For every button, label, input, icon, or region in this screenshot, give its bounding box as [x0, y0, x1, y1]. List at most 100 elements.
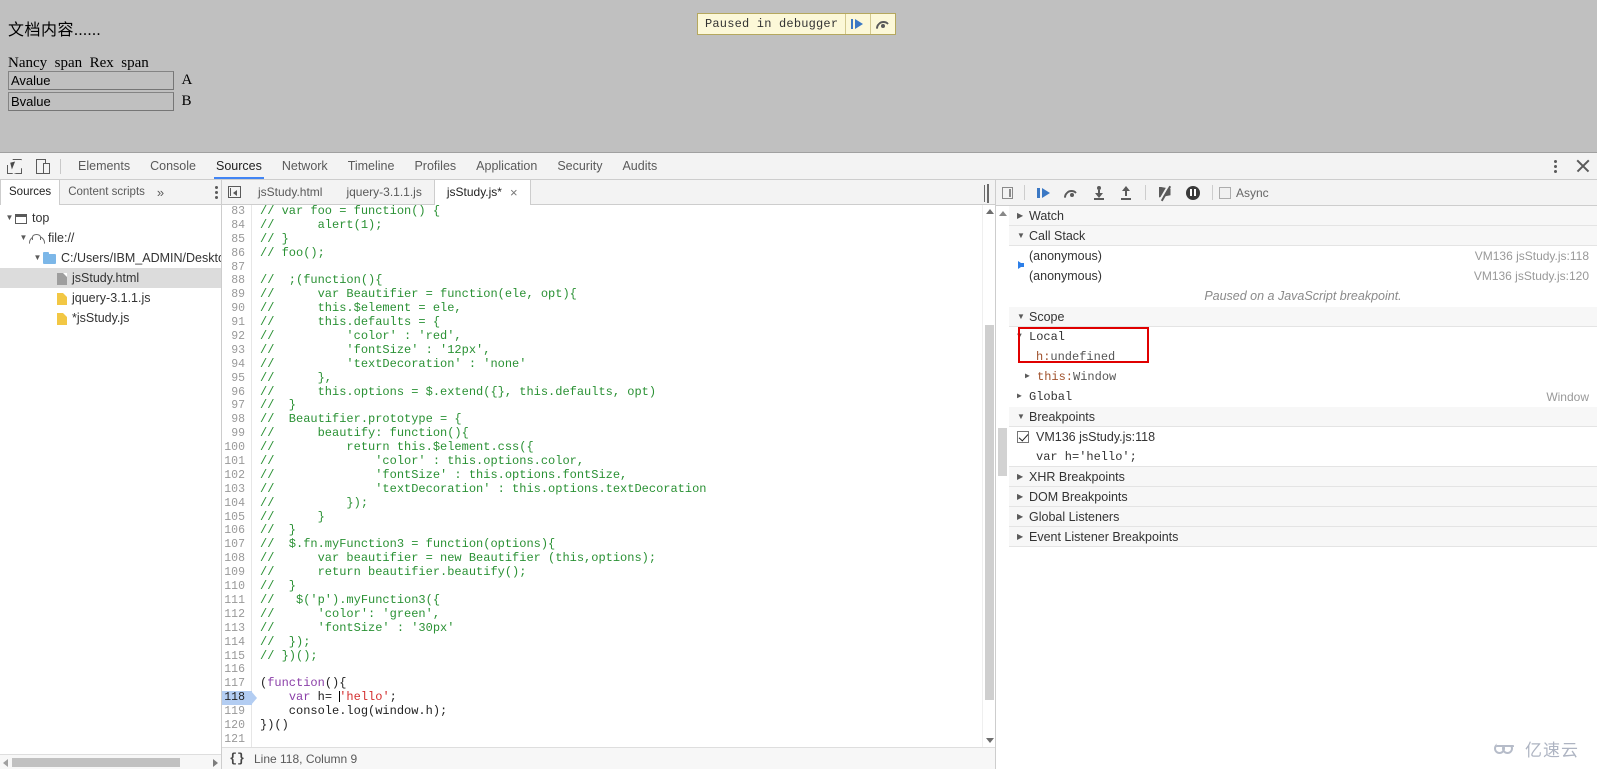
code-line[interactable]: 86 // foo();: [222, 246, 995, 261]
code-line[interactable]: 93 // 'fontSize' : '12px',: [222, 343, 995, 358]
line-number[interactable]: 96: [222, 385, 252, 400]
line-number[interactable]: 91: [222, 316, 252, 331]
input-b[interactable]: [8, 92, 174, 111]
line-number[interactable]: 99: [222, 427, 252, 442]
line-number[interactable]: 110: [222, 580, 252, 594]
line-number[interactable]: 109: [222, 566, 252, 581]
line-number[interactable]: 118: [222, 691, 257, 706]
tab-audits[interactable]: Audits: [612, 153, 667, 179]
code-line[interactable]: 121: [222, 732, 995, 747]
twisty-icon[interactable]: ▶: [1017, 527, 1029, 547]
line-number[interactable]: 107: [222, 538, 252, 553]
line-number[interactable]: 88: [222, 274, 252, 289]
twisty-icon[interactable]: ▼: [1017, 226, 1029, 246]
line-number[interactable]: 111: [222, 593, 252, 608]
code-line[interactable]: 117 (function(){: [222, 676, 995, 692]
section-watch[interactable]: ▶ Watch: [1009, 206, 1597, 226]
code-line[interactable]: 116: [222, 663, 995, 678]
code-line[interactable]: 97 // }: [222, 399, 995, 414]
step-into-button[interactable]: [1085, 181, 1112, 205]
line-number[interactable]: 87: [222, 260, 252, 275]
code-line[interactable]: 106 // }: [222, 524, 995, 539]
tree-item-desktop-folder[interactable]: ▼ C:/Users/IBM_ADMIN/Desktop/: [0, 248, 221, 268]
code-line[interactable]: 115 // })();: [222, 649, 995, 664]
scroll-up-arrow-icon[interactable]: [986, 209, 994, 214]
devtools-close-button[interactable]: [1569, 153, 1597, 179]
line-number[interactable]: 101: [222, 455, 252, 469]
scope-global[interactable]: ▶ Global Window: [1009, 387, 1597, 407]
tab-security[interactable]: Security: [547, 153, 612, 179]
step-out-button[interactable]: [1112, 181, 1139, 205]
resume-script-button[interactable]: [1031, 181, 1058, 205]
tab-console[interactable]: Console: [140, 153, 206, 179]
code-line[interactable]: 104 // });: [222, 496, 995, 511]
code-line[interactable]: 85 // }: [222, 232, 995, 247]
breakpoint-item[interactable]: VM136 jsStudy.js:118: [1009, 427, 1597, 447]
code-line[interactable]: 118 var h= 'hello';: [222, 690, 995, 706]
async-stacks-toggle[interactable]: Async: [1219, 186, 1269, 200]
code-line[interactable]: 84 // alert(1);: [222, 218, 995, 233]
deactivate-breakpoints-button[interactable]: [1152, 181, 1179, 205]
twisty-icon[interactable]: ▼: [1017, 407, 1029, 427]
code-line[interactable]: 88 // ;(function(){: [222, 274, 995, 289]
scope-local[interactable]: ▼ Local: [1009, 327, 1597, 347]
scrollbar-thumb[interactable]: [12, 758, 180, 767]
line-number[interactable]: 112: [222, 607, 252, 622]
line-number[interactable]: 97: [222, 399, 252, 414]
line-number[interactable]: 115: [222, 649, 252, 664]
code-line[interactable]: 99 // beautify: function(){: [222, 426, 995, 442]
twisty-icon[interactable]: ▶: [1017, 467, 1029, 487]
call-stack-frame-current[interactable]: (anonymous) VM136 jsStudy.js:118: [1009, 246, 1597, 269]
line-number[interactable]: 117: [222, 677, 252, 692]
async-checkbox[interactable]: [1219, 186, 1231, 199]
call-stack-frame[interactable]: (anonymous) VM136 jsStudy.js:120: [1009, 266, 1597, 286]
code-line[interactable]: 89 // var Beautifier = function(ele, opt)…: [222, 287, 995, 303]
code-line[interactable]: 94 // 'textDecoration' : 'none': [222, 357, 995, 372]
code-line[interactable]: 112 // 'color': 'green',: [222, 607, 995, 622]
section-scope[interactable]: ▼ Scope: [1009, 307, 1597, 327]
code-line[interactable]: 108 // var beautifier = new Beautifier (t…: [222, 551, 995, 567]
line-number[interactable]: 90: [222, 302, 252, 317]
code-line[interactable]: 83 // var foo = function() {: [222, 205, 995, 219]
scrollbar-thumb[interactable]: [985, 325, 994, 700]
code-line[interactable]: 87: [222, 260, 995, 275]
code-line[interactable]: 103 // 'textDecoration' : this.options.te…: [222, 482, 995, 497]
code-vertical-scrollbar[interactable]: [982, 205, 995, 747]
nav-tab-sources[interactable]: Sources: [0, 179, 61, 205]
code-line[interactable]: 102 // 'fontSize' : this.options.fontSize…: [222, 468, 995, 483]
tab-elements[interactable]: Elements: [68, 153, 140, 179]
line-number[interactable]: 108: [222, 552, 252, 567]
split-editor-button[interactable]: [987, 184, 989, 203]
inspect-element-button[interactable]: [0, 153, 28, 179]
code-line[interactable]: 101 // 'color' : this.options.color,: [222, 454, 995, 469]
scope-variable-h[interactable]: h: undefined: [1009, 347, 1597, 367]
line-number[interactable]: 113: [222, 621, 252, 636]
code-line[interactable]: 119 console.log(window.h);: [222, 704, 995, 719]
code-line[interactable]: 120})(): [222, 718, 995, 733]
twisty-icon[interactable]: ▶: [1017, 507, 1029, 527]
device-toolbar-button[interactable]: [28, 153, 56, 179]
line-number[interactable]: 120: [222, 718, 252, 733]
scroll-up-arrow-icon[interactable]: [999, 211, 1007, 216]
code-line[interactable]: 92 // 'color' : 'red',: [222, 329, 995, 344]
line-number[interactable]: 92: [222, 330, 252, 344]
line-number[interactable]: 100: [222, 441, 252, 456]
code-line[interactable]: 113 // 'fontSize' : '30px': [222, 621, 995, 636]
twisty-icon[interactable]: ▶: [1025, 367, 1037, 387]
tab-timeline[interactable]: Timeline: [338, 153, 405, 179]
tree-item-jsstudy-html[interactable]: jsStudy.html: [0, 268, 221, 288]
tab-network[interactable]: Network: [272, 153, 338, 179]
scrollbar-thumb[interactable]: [998, 428, 1007, 476]
section-event-listener-breakpoints[interactable]: ▶ Event Listener Breakpoints: [1009, 527, 1597, 547]
banner-step-over-button[interactable]: [870, 14, 895, 34]
line-number[interactable]: 94: [222, 357, 252, 372]
line-number[interactable]: 98: [222, 413, 252, 428]
tree-item-jquery-js[interactable]: jquery-3.1.1.js: [0, 288, 221, 308]
code-editor[interactable]: 83 // var foo = function() {84 // alert(1)…: [222, 205, 995, 747]
line-number[interactable]: 106: [222, 524, 252, 539]
line-number[interactable]: 89: [222, 288, 252, 303]
debugger-sidebar-toggle-button[interactable]: [996, 186, 1018, 199]
line-number[interactable]: 116: [222, 663, 252, 678]
line-number[interactable]: 85: [222, 232, 252, 247]
devtools-menu-button[interactable]: [1541, 153, 1569, 179]
